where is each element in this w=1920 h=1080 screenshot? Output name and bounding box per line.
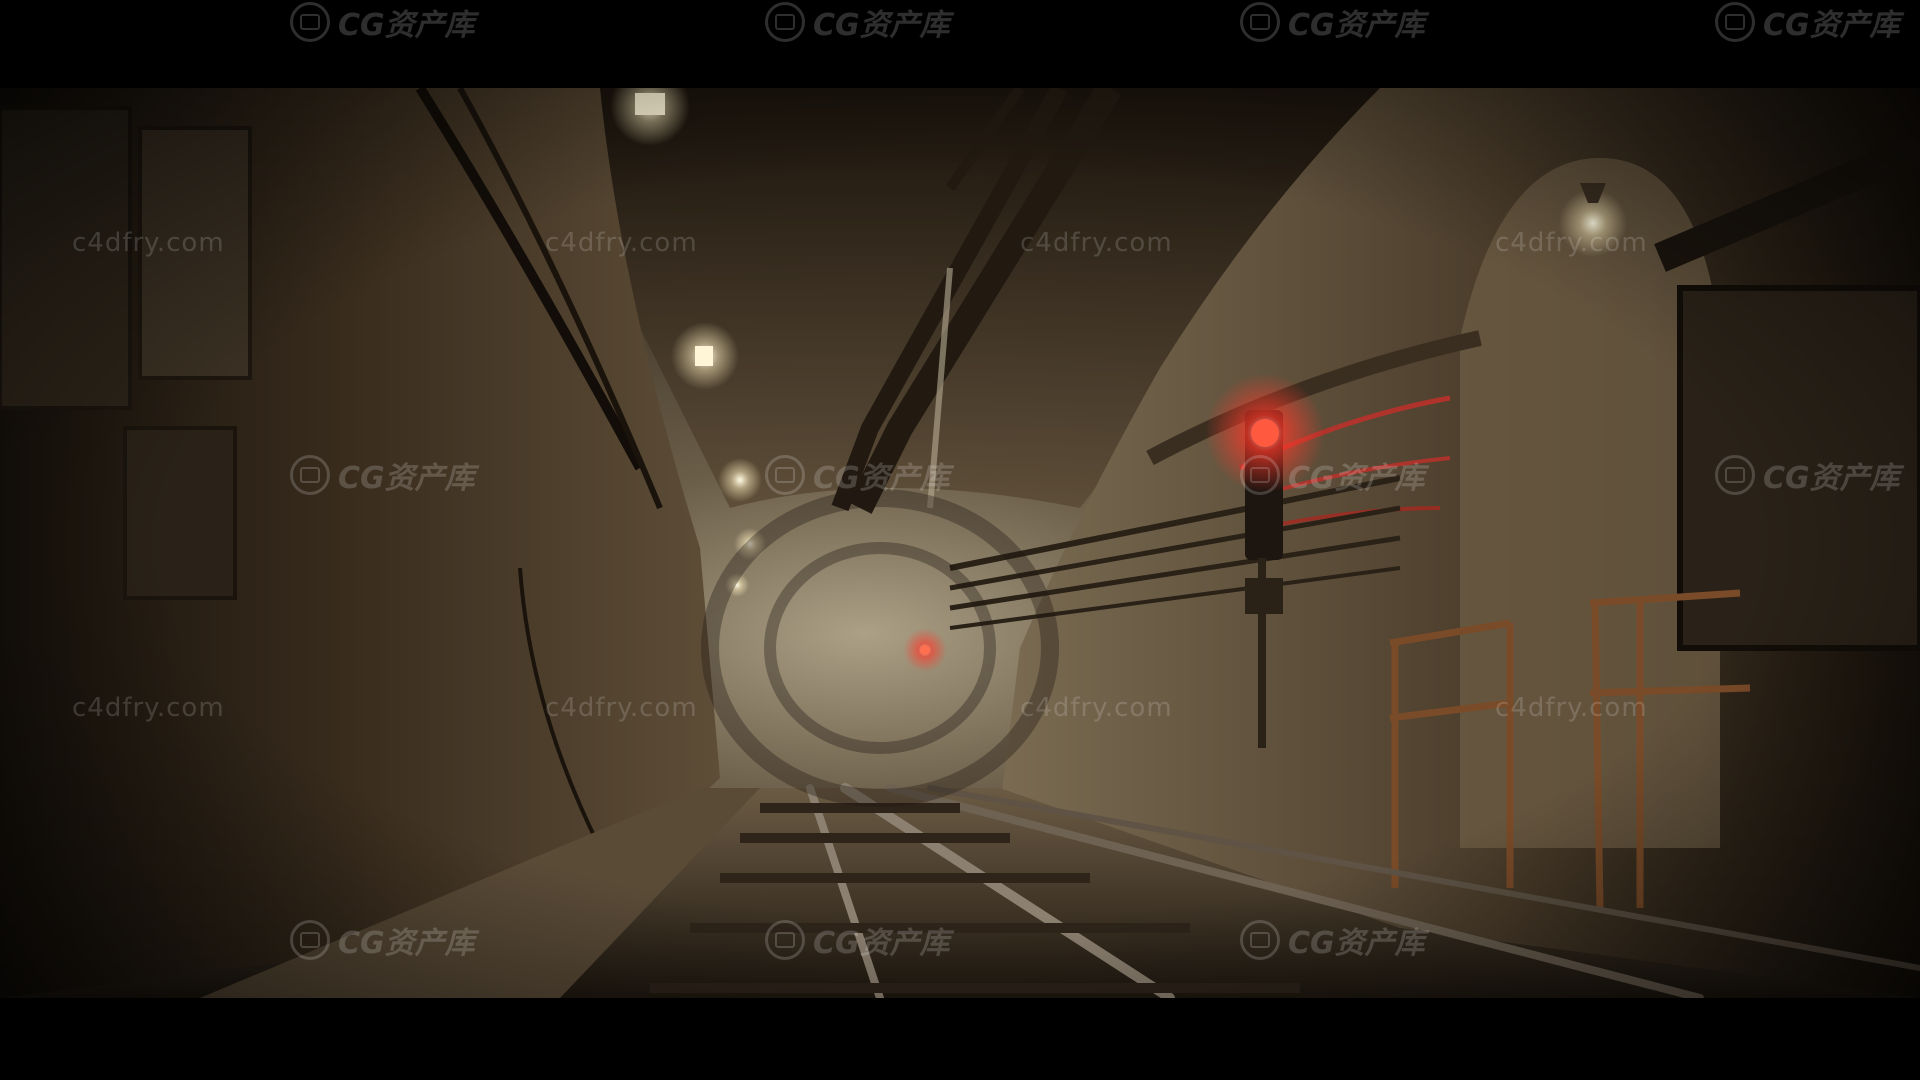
video-frame: CG资产库 c4dfry.com c4dfry.com c4dfry.com c… (0, 0, 1920, 1080)
letterbox-top (0, 0, 1920, 88)
letterbox-bottom (0, 998, 1920, 1080)
vignette (0, 88, 1920, 998)
subway-tunnel-scene: CG资产库 c4dfry.com c4dfry.com c4dfry.com c… (0, 88, 1920, 998)
